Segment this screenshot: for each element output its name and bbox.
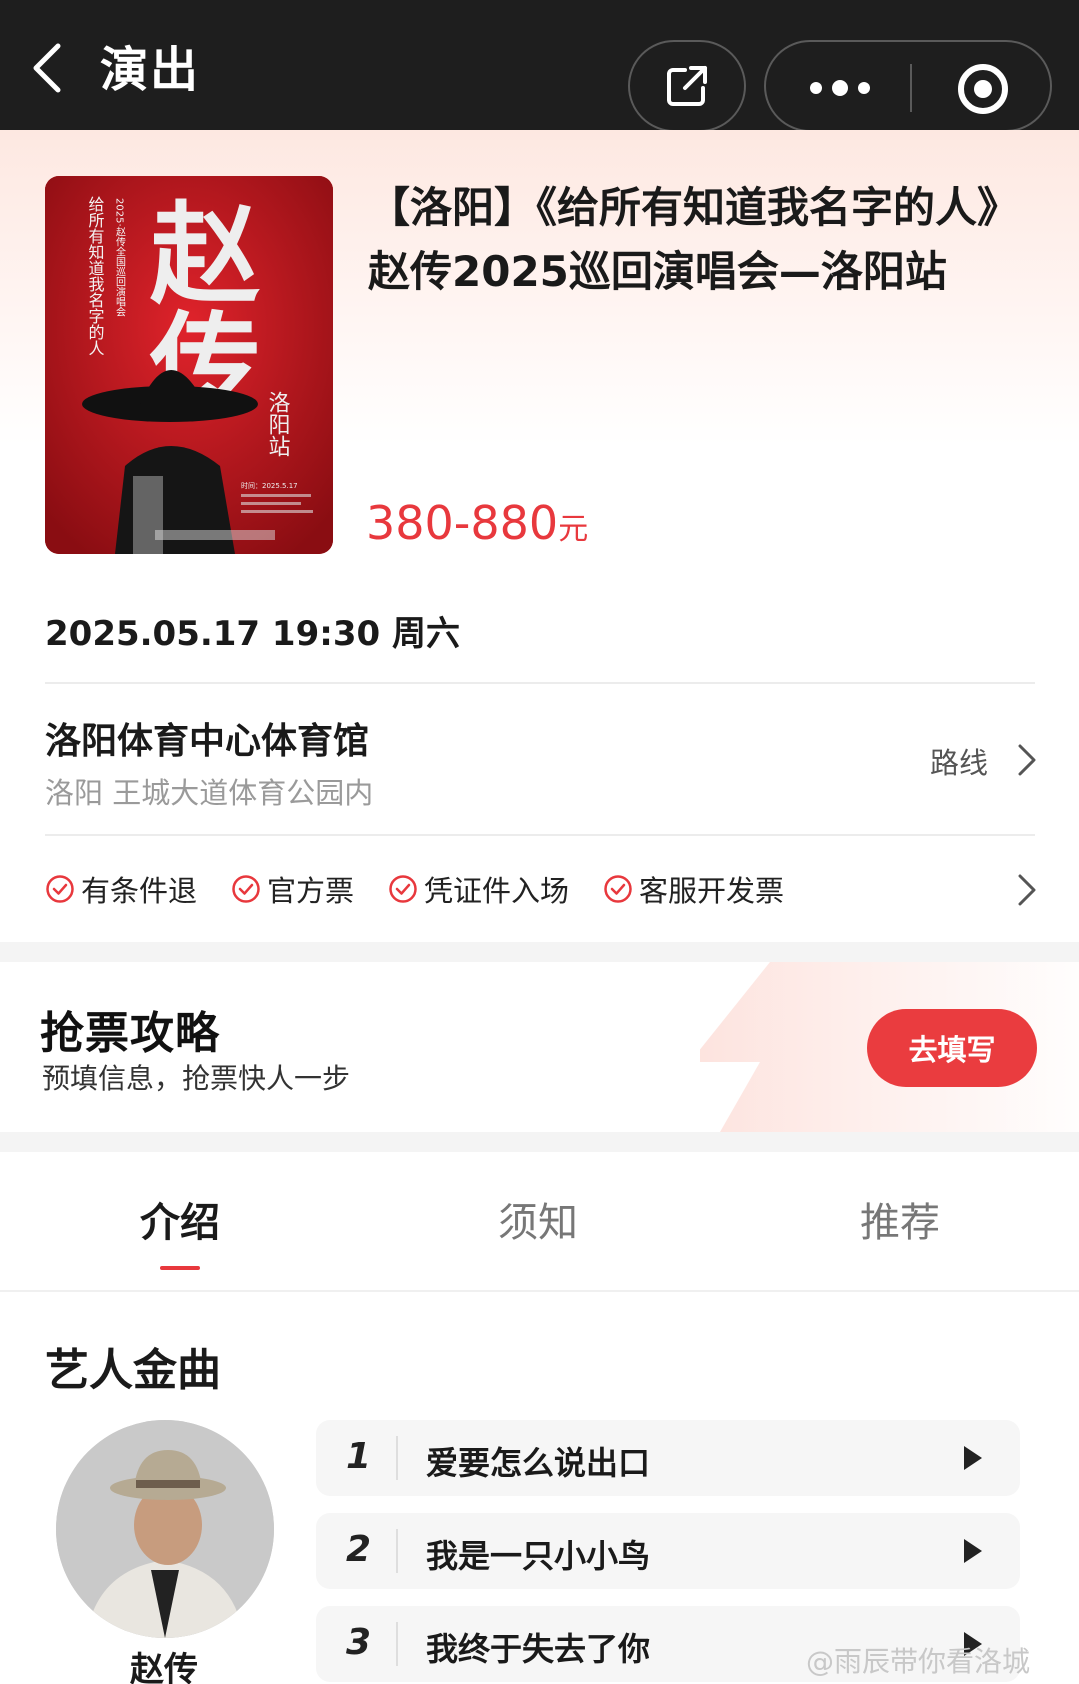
song-name: 爱要怎么说出口 bbox=[426, 1444, 651, 1482]
song-name: 我是一只小小鸟 bbox=[426, 1537, 651, 1575]
share-icon bbox=[667, 66, 707, 106]
song-item[interactable]: 1 爱要怎么说出口 bbox=[316, 1420, 1020, 1496]
poster-art: 赵传 洛阳站 给所有知道我名字的人 2025·赵传全国巡回演唱会 时间：2025… bbox=[45, 176, 333, 554]
song-number: 2 bbox=[346, 1529, 372, 1570]
play-icon[interactable] bbox=[960, 1444, 984, 1472]
tab-intro[interactable]: 介绍 bbox=[140, 1190, 220, 1248]
song-separator bbox=[396, 1529, 398, 1573]
route-link[interactable]: 路线 bbox=[930, 740, 988, 782]
fill-info-button[interactable]: 去填写 bbox=[867, 1009, 1037, 1087]
show-poster[interactable]: 赵传 洛阳站 给所有知道我名字的人 2025·赵传全国巡回演唱会 时间：2025… bbox=[45, 176, 333, 554]
tag-label: 官方票 bbox=[267, 874, 355, 908]
poster-artist-name: 赵传 bbox=[131, 196, 261, 416]
venue-address: 洛阳 王城大道体育公园内 bbox=[45, 776, 374, 810]
song-separator bbox=[396, 1622, 398, 1666]
price-unit: 元 bbox=[558, 512, 589, 547]
tag-label: 客服开发票 bbox=[639, 874, 785, 908]
poster-side-text: 给所有知道我名字的人 bbox=[86, 196, 105, 356]
divider bbox=[45, 834, 1035, 836]
show-title: 【洛阳】《给所有知道我名字的人》赵传2025巡回演唱会—洛阳站 bbox=[368, 183, 1020, 296]
price-range: 380-880元 bbox=[366, 496, 588, 550]
tab-notice[interactable]: 须知 bbox=[498, 1190, 578, 1248]
song-name: 我终于失去了你 bbox=[426, 1630, 651, 1668]
record-icon[interactable] bbox=[956, 62, 1010, 116]
watermark: @雨辰带你看洛城 bbox=[806, 1645, 1031, 1678]
chevron-right-icon[interactable] bbox=[1016, 872, 1038, 908]
promo-title: 抢票攻略 bbox=[40, 1008, 220, 1059]
show-datetime: 2025.05.17 19:30 周六 bbox=[45, 614, 460, 654]
capsule-divider bbox=[910, 64, 912, 112]
check-circle-icon bbox=[46, 875, 74, 903]
tag-item: 有条件退 bbox=[45, 868, 197, 910]
check-circle-icon bbox=[389, 875, 417, 903]
artist-avatar[interactable] bbox=[56, 1420, 274, 1638]
poster-tour-text: 2025·赵传全国巡回演唱会 bbox=[114, 198, 126, 317]
song-number: 3 bbox=[346, 1622, 372, 1663]
price-value: 380-880 bbox=[366, 496, 559, 550]
play-icon[interactable] bbox=[960, 1537, 984, 1565]
share-button[interactable] bbox=[628, 40, 746, 132]
song-separator bbox=[396, 1436, 398, 1480]
nav-title: 演出 bbox=[100, 42, 201, 98]
tag-item: 凭证件入场 bbox=[388, 868, 569, 910]
check-circle-icon bbox=[232, 875, 260, 903]
tag-item: 客服开发票 bbox=[603, 868, 784, 910]
tab-recommend[interactable]: 推荐 bbox=[860, 1190, 940, 1248]
tag-item: 官方票 bbox=[231, 868, 354, 910]
poster-station: 洛阳站 bbox=[265, 391, 291, 457]
chevron-right-icon[interactable] bbox=[1016, 742, 1038, 778]
tag-label: 凭证件入场 bbox=[424, 874, 570, 908]
venue-name: 洛阳体育中心体育馆 bbox=[45, 721, 370, 762]
check-circle-icon bbox=[604, 875, 632, 903]
section-gap bbox=[0, 942, 1079, 962]
song-number: 1 bbox=[346, 1436, 372, 1477]
ticket-strategy-banner: 抢票攻略 预填信息，抢票快人一步 去填写 bbox=[0, 962, 1079, 1132]
divider bbox=[45, 682, 1035, 684]
song-item[interactable]: 2 我是一只小小鸟 bbox=[316, 1513, 1020, 1589]
promo-subtitle: 预填信息，抢票快人一步 bbox=[42, 1062, 351, 1095]
artist-photo bbox=[56, 1420, 274, 1638]
detail-tabs: 介绍 须知 推荐 bbox=[0, 1152, 1079, 1292]
tag-label: 有条件退 bbox=[81, 874, 198, 908]
more-icon[interactable] bbox=[804, 64, 876, 112]
artist-name: 赵传 bbox=[130, 1650, 198, 1684]
capsule-menu bbox=[764, 40, 1052, 132]
active-tab-indicator bbox=[160, 1266, 200, 1270]
service-tags[interactable]: 有条件退 官方票 凭证件入场 客服开发票 bbox=[45, 868, 818, 910]
back-icon[interactable] bbox=[28, 40, 68, 96]
section-title: 艺人金曲 bbox=[45, 1345, 221, 1396]
poster-info: 时间：2025.5.17 bbox=[241, 481, 298, 490]
section-gap bbox=[0, 1132, 1079, 1152]
top-nav-bar: 演出 bbox=[0, 0, 1079, 132]
